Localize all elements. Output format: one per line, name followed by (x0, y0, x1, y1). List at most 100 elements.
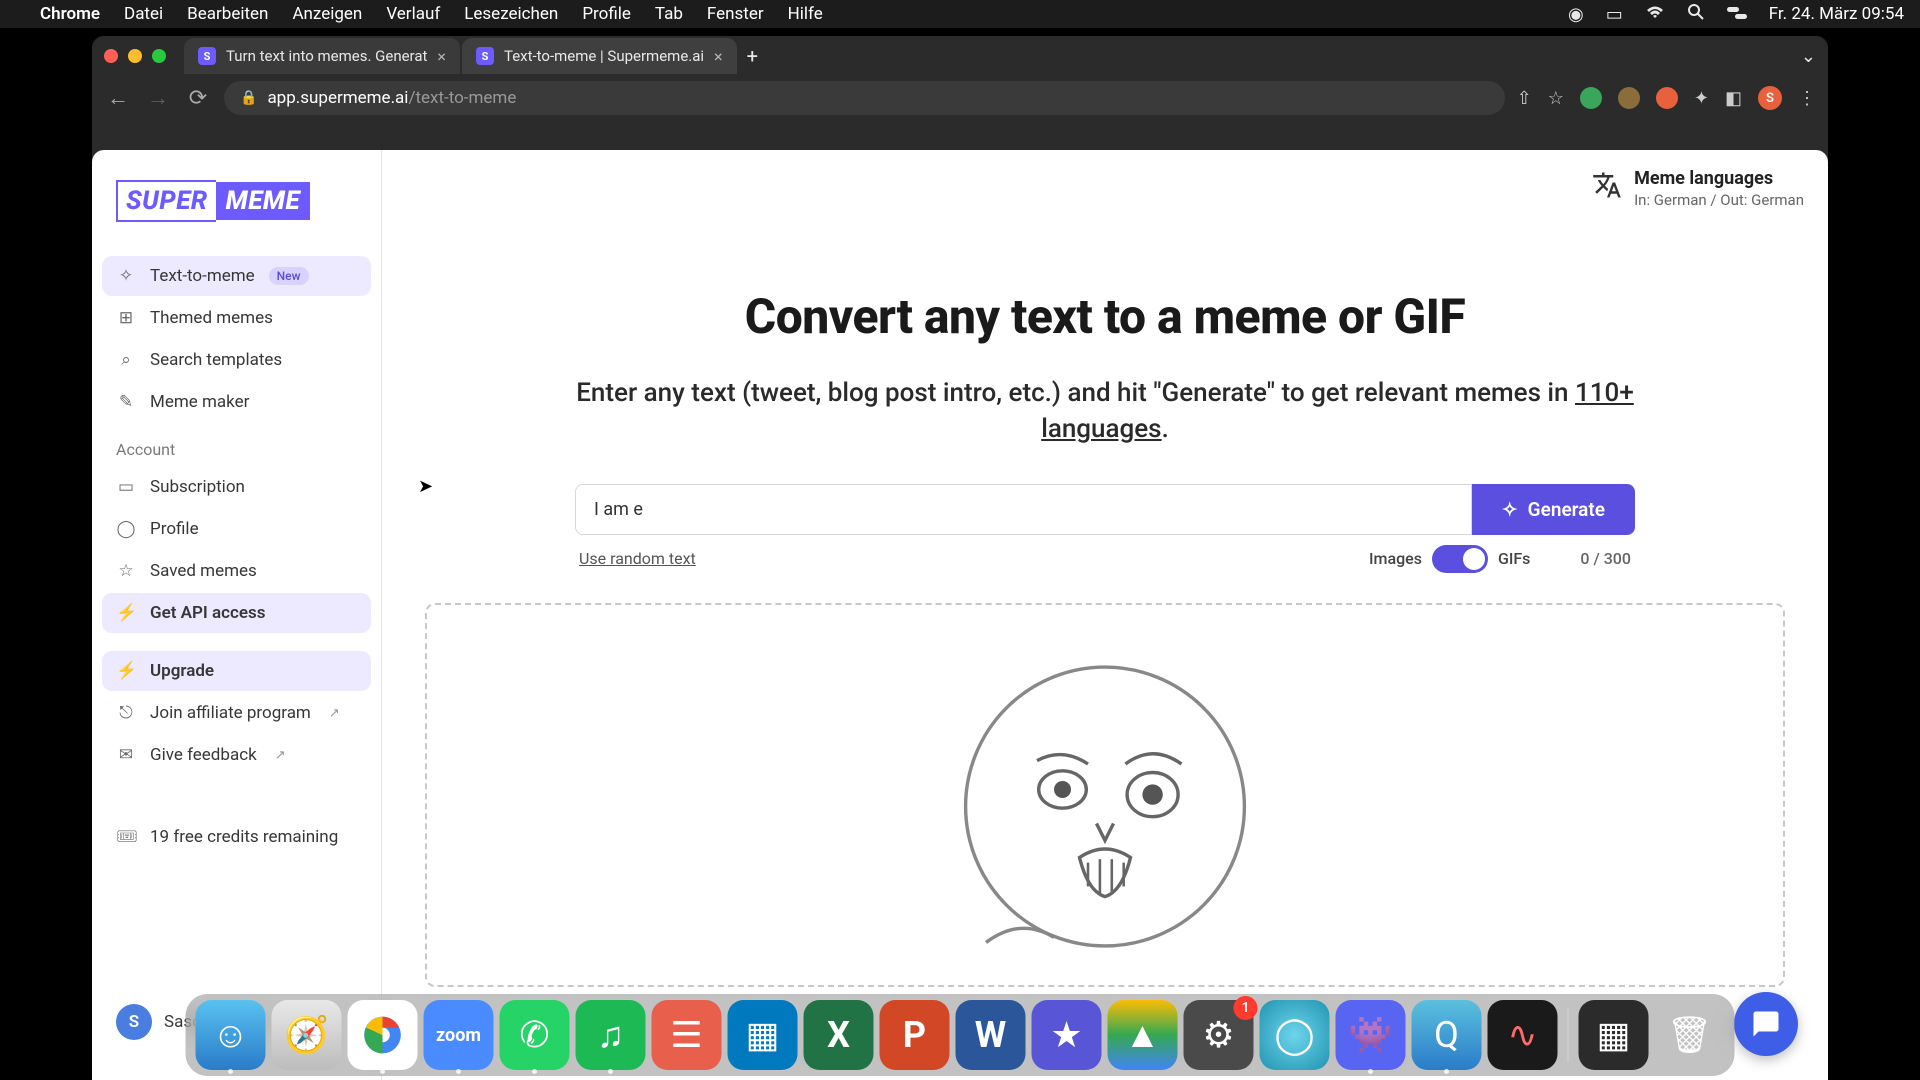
ticket-icon: 🎟 (116, 827, 136, 847)
menu-bearbeiten[interactable]: Bearbeiten (187, 4, 268, 24)
random-text-link[interactable]: Use random text (579, 549, 696, 568)
close-window-button[interactable] (104, 49, 118, 63)
lang-title: Meme languages (1634, 168, 1804, 189)
char-counter: 0 / 300 (1580, 549, 1631, 568)
clock[interactable]: Fr. 24. März 09:54 (1769, 4, 1904, 24)
menu-icon[interactable]: ⋮ (1798, 88, 1816, 109)
chat-button[interactable] (1734, 992, 1798, 1056)
generate-button[interactable]: ✧ Generate (1472, 484, 1635, 535)
minimize-window-button[interactable] (128, 49, 142, 63)
sparkle-icon: ✧ (1502, 498, 1518, 521)
dock-powerpoint[interactable]: P (880, 1000, 950, 1070)
dock-whatsapp[interactable]: ✆ (500, 1000, 570, 1070)
dock-finder[interactable]: ☺ (196, 1000, 266, 1070)
dock-app-1[interactable]: ◯ (1260, 1000, 1330, 1070)
sidebar-item-label: Get API access (150, 603, 266, 623)
close-tab-icon[interactable]: × (437, 47, 446, 66)
menu-lesezeichen[interactable]: Lesezeichen (464, 4, 558, 24)
menu-tab[interactable]: Tab (655, 4, 683, 24)
sidebar-item-subscription[interactable]: ▭ Subscription (102, 467, 371, 507)
dock-discord[interactable]: 👾 (1336, 1000, 1406, 1070)
browser-tab-1[interactable]: S Turn text into memes. Generat × (184, 38, 460, 74)
sidebar-item-search-templates[interactable]: ⌕ Search templates (102, 340, 371, 380)
sidebar-item-feedback[interactable]: ✉ Give feedback ↗ (102, 735, 371, 775)
logo-right: MEME (216, 182, 311, 220)
dock-audio[interactable]: ∿ (1488, 1000, 1558, 1070)
language-selector[interactable]: Meme languages In: German / Out: German (1592, 168, 1804, 209)
dock-excel[interactable]: X (804, 1000, 874, 1070)
profile-avatar[interactable]: S (1758, 86, 1782, 110)
sidebar-item-label: Join affiliate program (150, 703, 311, 723)
sidebar-item-text-to-meme[interactable]: ✧ Text-to-meme New (102, 256, 371, 296)
macos-dock: ☺ 🧭 zoom ✆ ♫ ☰ ▦ X P W ★ ▲ ⚙1 ◯ 👾 Q ∿ ▦ … (186, 994, 1735, 1076)
menu-verlauf[interactable]: Verlauf (386, 4, 440, 24)
extension-3-icon[interactable] (1656, 87, 1678, 109)
extensions-icon[interactable]: ✦ (1694, 88, 1709, 109)
dock-trello[interactable]: ▦ (728, 1000, 798, 1070)
reload-button[interactable]: ⟳ (184, 86, 212, 111)
external-link-icon: ↗ (275, 748, 286, 763)
meme-placeholder-image (935, 645, 1275, 985)
menu-anzeigen[interactable]: Anzeigen (292, 4, 362, 24)
close-tab-icon[interactable]: × (714, 47, 723, 66)
extension-1-icon[interactable] (1580, 87, 1602, 109)
menu-profile[interactable]: Profile (582, 4, 631, 24)
record-icon[interactable]: ◉ (1568, 4, 1584, 25)
dock-safari[interactable]: 🧭 (272, 1000, 342, 1070)
dock-trash[interactable]: 🗑 (1655, 1000, 1725, 1070)
logo[interactable]: SUPER MEME (102, 170, 371, 244)
lock-icon: 🔒 (240, 90, 257, 106)
sidebar-item-label: Profile (150, 519, 199, 539)
new-tab-button[interactable]: + (747, 44, 758, 68)
sidebar-item-label: Give feedback (150, 745, 257, 765)
control-center-icon[interactable] (1727, 4, 1747, 25)
dock-drive[interactable]: ▲ (1108, 1000, 1178, 1070)
dock-chrome[interactable] (348, 1000, 418, 1070)
address-bar[interactable]: 🔒 app.supermeme.ai/text-to-meme (224, 81, 1505, 115)
meme-text-input[interactable] (575, 484, 1472, 535)
tab-overflow-icon[interactable]: ⌄ (1801, 46, 1816, 67)
sidebar-item-saved-memes[interactable]: ☆ Saved memes (102, 551, 371, 591)
toggle-knob (1463, 548, 1485, 570)
app-name[interactable]: Chrome (40, 4, 100, 24)
dock-word[interactable]: W (956, 1000, 1026, 1070)
dock-imovie[interactable]: ★ (1032, 1000, 1102, 1070)
url-bar: ← → ⟳ 🔒 app.supermeme.ai/text-to-meme ⇧ … (92, 76, 1828, 120)
dock-settings[interactable]: ⚙1 (1184, 1000, 1254, 1070)
lang-subtitle: In: German / Out: German (1634, 191, 1804, 209)
menu-fenster[interactable]: Fenster (707, 4, 764, 24)
logo-left: SUPER (116, 180, 216, 222)
sidebar-item-api-access[interactable]: ⚡ Get API access (102, 593, 371, 633)
menu-datei[interactable]: Datei (124, 4, 163, 24)
share-icon[interactable]: ⇧ (1517, 88, 1532, 109)
menu-hilfe[interactable]: Hilfe (788, 4, 823, 24)
forward-button[interactable]: → (144, 85, 172, 111)
sidebar-item-upgrade[interactable]: ⚡ Upgrade (102, 651, 371, 691)
battery-icon[interactable]: ▭ (1606, 4, 1623, 25)
traffic-lights (104, 49, 166, 63)
wifi-icon[interactable] (1645, 4, 1665, 25)
toggle-label-gifs: GIFs (1498, 549, 1530, 568)
maximize-window-button[interactable] (152, 49, 166, 63)
bookmark-icon[interactable]: ☆ (1548, 88, 1564, 109)
search-icon[interactable] (1687, 3, 1705, 26)
dock-folder[interactable]: ▦ (1579, 1000, 1649, 1070)
sidebar-item-profile[interactable]: ◯ Profile (102, 509, 371, 549)
sidebar-item-label: Text-to-meme (150, 266, 255, 286)
back-button[interactable]: ← (104, 85, 132, 111)
new-badge: New (269, 267, 309, 285)
sidebar-item-meme-maker[interactable]: ✎ Meme maker (102, 382, 371, 422)
page-subtitle: Enter any text (tweet, blog post intro, … (555, 375, 1655, 448)
sidebar-item-themed-memes[interactable]: ⊞ Themed memes (102, 298, 371, 338)
output-toggle[interactable] (1432, 545, 1488, 573)
grid-icon: ⊞ (116, 308, 136, 328)
dock-todoist[interactable]: ☰ (652, 1000, 722, 1070)
dock-spotify[interactable]: ♫ (576, 1000, 646, 1070)
sidepanel-icon[interactable]: ◧ (1725, 88, 1742, 109)
dock-quicktime[interactable]: Q (1412, 1000, 1482, 1070)
browser-tab-2[interactable]: S Text-to-meme | Supermeme.ai × (462, 38, 737, 74)
extension-2-icon[interactable] (1618, 87, 1640, 109)
sidebar-item-affiliate[interactable]: ⎋ Join affiliate program ↗ (102, 693, 371, 733)
sidebar-item-label: Meme maker (150, 392, 249, 412)
dock-zoom[interactable]: zoom (424, 1000, 494, 1070)
